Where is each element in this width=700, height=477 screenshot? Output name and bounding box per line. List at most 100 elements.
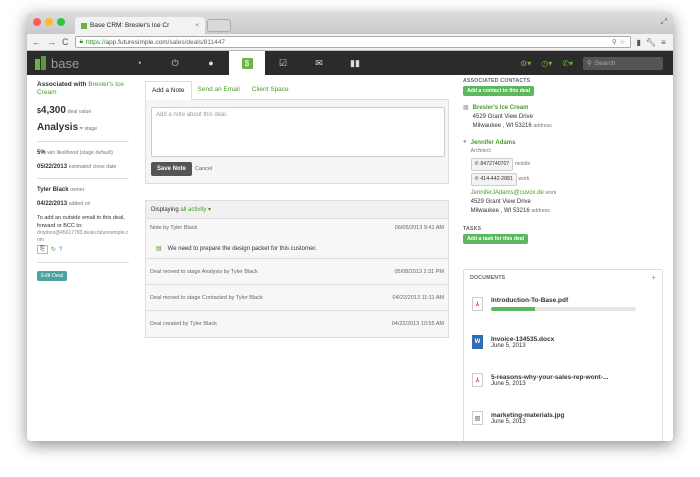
added-on-date: 04/22/2013 — [37, 201, 68, 207]
search-input[interactable]: ⚲ Search — [583, 56, 663, 70]
menu-icon[interactable]: ≡ — [661, 38, 666, 47]
activity-date: 06/05/2013 9:41 AM — [394, 225, 444, 231]
deal-stage[interactable]: Analysis — [37, 122, 78, 133]
nav-tasks-icon[interactable]: ☑ — [265, 51, 301, 75]
contact-title: Architect — [470, 148, 491, 154]
base-logo[interactable]: base — [27, 56, 121, 71]
nav-reports-icon[interactable]: ▮▮ — [337, 51, 373, 75]
tab-send-email[interactable]: Send an Email — [192, 81, 246, 99]
zoom-icon[interactable]: ⚲ — [612, 38, 617, 46]
extension-icon[interactable]: ▮ — [637, 38, 641, 47]
tab-client-space[interactable]: Client Space — [246, 81, 295, 99]
favicon-icon — [81, 22, 87, 29]
tab-add-note[interactable]: Add a Note — [145, 81, 192, 100]
deal-feed: Add a Note Send an Email Client Space Ad… — [145, 81, 449, 338]
document-date: June 5, 2013 — [491, 380, 526, 387]
copy-icon[interactable]: ⎘ — [37, 245, 48, 254]
word-file-icon: W — [472, 335, 483, 349]
filter-chevron-icon[interactable]: ▾ — [206, 207, 211, 213]
window-controls — [33, 18, 65, 26]
deal-value: 4,300 — [40, 105, 66, 116]
url-scheme: https:// — [85, 38, 106, 46]
new-tab-button[interactable] — [207, 19, 231, 32]
clock-icon[interactable]: ◷▾ — [541, 59, 552, 68]
stage-label: stage — [84, 126, 98, 132]
activity-filter: Displaying all activity ▾ — [146, 201, 448, 219]
logo-text: base — [51, 55, 80, 71]
reload-icon[interactable]: C — [62, 37, 69, 47]
wrench-icon[interactable]: 🔧︎ — [646, 38, 656, 47]
note-form: Add a note about this deal. Save Note Ca… — [145, 100, 449, 184]
lock-icon: 🔒︎ — [79, 38, 83, 45]
close-date: 05/22/2013 — [37, 164, 68, 170]
note-tabs: Add a Note Send an Email Client Space — [145, 81, 449, 100]
work-phone-button[interactable]: ✆ 414-442-2881 — [470, 173, 517, 186]
help-icon[interactable]: ? — [59, 247, 62, 253]
browser-toolbar: ← → C 🔒︎ https://app.futuresimple.com/sa… — [27, 34, 673, 51]
url-host: app.futuresimple.com — [105, 38, 168, 46]
activity-title: Note by Tyler Black — [150, 225, 198, 231]
note-icon: ▤ — [156, 246, 162, 252]
work-number: 414-442-2881 — [480, 176, 513, 182]
associated-contacts-title: ASSOCIATED CONTACTS — [463, 78, 531, 84]
displaying-label: Displaying — [151, 207, 179, 213]
upload-progress-fill — [491, 307, 535, 311]
maximize-window-button[interactable] — [57, 18, 65, 26]
company-street: 4529 Grant View Drive — [472, 114, 533, 120]
stage-dropdown-icon[interactable]: ▾ — [80, 126, 83, 132]
document-name[interactable]: Introduction-To-Base.pdf — [491, 297, 636, 304]
close-window-button[interactable] — [33, 18, 41, 26]
document-name[interactable]: 5-reasons-why-your-sales-rep-wont-... — [491, 374, 608, 381]
save-note-button[interactable]: Save Note — [151, 162, 193, 176]
deal-value-label: deal value — [67, 109, 92, 115]
mobile-label: mobile — [514, 161, 531, 167]
address-bar[interactable]: 🔒︎ https://app.futuresimple.com/sales/de… — [74, 36, 631, 48]
back-icon[interactable]: ← — [32, 37, 41, 47]
contact-email-link[interactable]: JenniferJAdams@cuvox.de — [471, 190, 544, 196]
person-city: Milwaukee , WI 53216 — [470, 208, 530, 214]
mobile-number: 8472740707 — [480, 161, 510, 167]
close-tab-icon[interactable]: × — [195, 22, 199, 29]
document-name[interactable]: marketing-materials.jpg — [491, 412, 564, 419]
phone-icon[interactable]: ✆▾ — [562, 59, 573, 68]
document-item[interactable]: ⅄ 5-reasons-why-your-sales-rep-wont-... … — [472, 361, 654, 399]
add-contact-button[interactable]: Add a contact to this deal — [463, 86, 535, 96]
document-item[interactable]: ⅄ Introduction-To-Base.pdf — [472, 285, 654, 323]
contact-company-link[interactable]: Bresler's Ice Cream — [473, 104, 552, 113]
activity-filter-dropdown[interactable]: all activity — [180, 207, 206, 213]
activity-feed: Displaying all activity ▾ Note by Tyler … — [145, 200, 449, 338]
bookmark-star-icon[interactable]: ☆ — [620, 38, 626, 46]
cancel-link[interactable]: Cancel — [195, 166, 212, 172]
owner-label: owner — [70, 187, 85, 193]
browser-window: Base CRM: Bresler's Ice Cr × ⤢ ← → C 🔒︎ … — [27, 13, 673, 441]
added-on-label: added on — [68, 201, 91, 207]
add-task-button[interactable]: Add a task for this deal — [463, 234, 529, 244]
address-label: address — [533, 123, 552, 129]
nav-power-icon[interactable]: ⏻ — [157, 51, 193, 75]
fullscreen-icon[interactable]: ⤢ — [661, 17, 667, 27]
nav-deals-icon[interactable]: $ — [229, 51, 265, 75]
tasks-title: TASKS — [463, 226, 482, 232]
note-body: We need to prepare the design packet for… — [167, 245, 317, 252]
document-name[interactable]: Invoice-134535.docx — [491, 336, 554, 343]
document-item[interactable]: W Invoice-134535.docx June 5, 2013 — [472, 323, 654, 361]
browser-tab[interactable]: Base CRM: Bresler's Ice Cr × — [75, 17, 205, 34]
company-city: Milwaukee , WI 53216 — [472, 123, 532, 129]
add-document-icon[interactable]: + — [651, 274, 656, 282]
email-label: work — [545, 190, 557, 196]
edit-deal-button[interactable]: Edit Deal — [37, 271, 68, 281]
document-item[interactable]: ▨ marketing-materials.jpg June 5, 2013 — [472, 399, 654, 437]
nav-mail-icon[interactable]: ✉ — [301, 51, 337, 75]
person-icon: ● — [463, 139, 467, 145]
nav-contacts-icon[interactable]: ● — [193, 51, 229, 75]
forward-icon[interactable]: → — [47, 37, 56, 47]
associated-label: Associated with — [37, 81, 87, 88]
document-date: June 5, 2013 — [491, 342, 526, 349]
note-textarea[interactable]: Add a note about this deal. — [151, 107, 445, 157]
minimize-window-button[interactable] — [45, 18, 53, 26]
refresh-icon[interactable]: ↻ — [51, 246, 56, 253]
upload-progress-bar — [491, 307, 636, 311]
nav-dashboard-icon[interactable]: ◔ — [121, 51, 157, 75]
mobile-phone-button[interactable]: ✆ 8472740707 — [470, 158, 514, 171]
settings-gear-icon[interactable]: ⚙▾ — [520, 59, 531, 68]
